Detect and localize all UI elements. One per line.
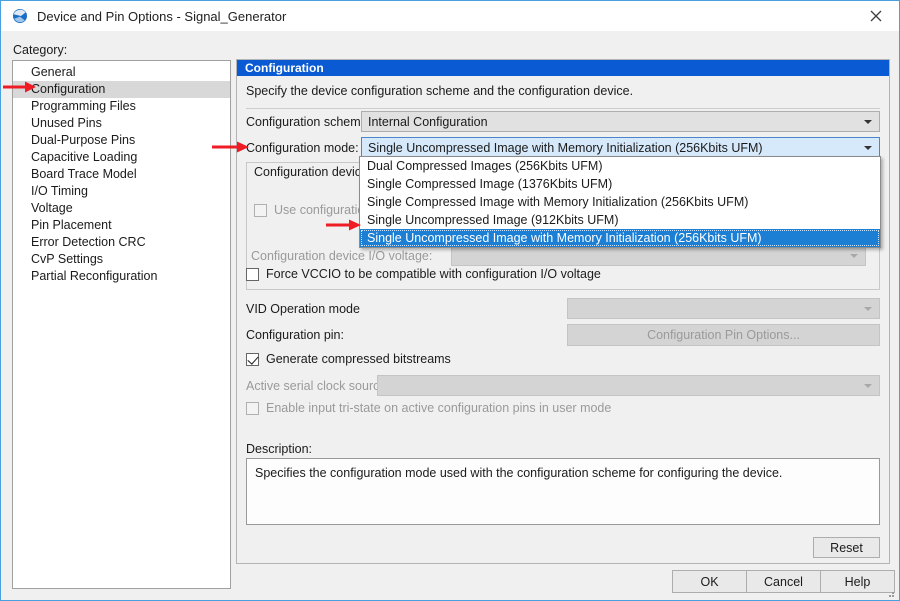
sidebar-item-general[interactable]: General	[13, 64, 230, 81]
chevron-down-icon	[864, 384, 872, 388]
close-icon[interactable]	[853, 1, 899, 31]
ok-button[interactable]: OK	[672, 570, 747, 593]
chevron-down-icon	[864, 120, 872, 124]
sidebar-item-programming-files[interactable]: Programming Files	[13, 98, 230, 115]
configuration-mode-dropdown[interactable]: Dual Compressed Images (256Kbits UFM) Si…	[359, 156, 881, 248]
dialog-footer: OK Cancel Help	[1, 564, 899, 601]
dialog-window: Device and Pin Options - Signal_Generato…	[0, 0, 900, 601]
sidebar-item-cvp-settings[interactable]: CvP Settings	[13, 251, 230, 268]
configuration-device-io-voltage-combo[interactable]	[451, 245, 866, 266]
annotation-arrow-configuration-mode	[212, 140, 252, 157]
checkbox-box	[246, 402, 259, 415]
generate-compressed-bitstreams-label: Generate compressed bitstreams	[266, 352, 451, 366]
configuration-mode-combo[interactable]: Single Uncompressed Image with Memory In…	[361, 137, 880, 158]
chevron-down-icon	[864, 146, 872, 150]
active-serial-clock-source-combo[interactable]	[377, 375, 880, 396]
checkbox-box	[246, 353, 259, 366]
panel-header: Configuration	[237, 60, 889, 76]
force-vccio-checkbox[interactable]: Force VCCIO to be compatible with config…	[246, 267, 601, 281]
configuration-mode-label: Configuration mode:	[246, 141, 359, 155]
vid-operation-mode-label: VID Operation mode	[246, 302, 360, 316]
configuration-panel: Configuration Specify the device configu…	[236, 59, 890, 564]
vid-operation-mode-combo[interactable]	[567, 298, 880, 319]
sidebar-item-voltage[interactable]: Voltage	[13, 200, 230, 217]
cancel-button[interactable]: Cancel	[746, 570, 821, 593]
checkbox-box	[254, 204, 267, 217]
sidebar-item-partial-reconfiguration[interactable]: Partial Reconfiguration	[13, 268, 230, 285]
configuration-scheme-label: Configuration scheme:	[246, 115, 371, 129]
configuration-scheme-value: Internal Configuration	[368, 115, 488, 129]
description-box: Specifies the configuration mode used wi…	[246, 458, 880, 525]
chevron-down-icon	[864, 307, 872, 311]
sidebar-item-dual-purpose-pins[interactable]: Dual-Purpose Pins	[13, 132, 230, 149]
configuration-mode-value: Single Uncompressed Image with Memory In…	[368, 141, 763, 155]
dropdown-option-0[interactable]: Dual Compressed Images (256Kbits UFM)	[360, 157, 880, 175]
globe-icon	[12, 8, 28, 24]
dropdown-option-4[interactable]: Single Uncompressed Image with Memory In…	[360, 229, 880, 247]
panel-description: Specify the device configuration scheme …	[246, 84, 633, 98]
title-bar: Device and Pin Options - Signal_Generato…	[1, 1, 899, 31]
configuration-pin-options-button[interactable]: Configuration Pin Options...	[567, 324, 880, 346]
description-text: Specifies the configuration mode used wi…	[247, 459, 879, 488]
sidebar-item-pin-placement[interactable]: Pin Placement	[13, 217, 230, 234]
configuration-pin-label: Configuration pin:	[246, 328, 344, 342]
reset-button[interactable]: Reset	[813, 537, 880, 558]
enable-input-tristate-checkbox[interactable]: Enable input tri-state on active configu…	[246, 401, 611, 415]
force-vccio-label: Force VCCIO to be compatible with config…	[266, 267, 601, 281]
sidebar-item-configuration[interactable]: Configuration	[13, 81, 230, 98]
sidebar-item-error-detection-crc[interactable]: Error Detection CRC	[13, 234, 230, 251]
panel-divider	[246, 108, 880, 109]
category-list[interactable]: General Configuration Programming Files …	[12, 60, 231, 589]
dropdown-option-1[interactable]: Single Compressed Image (1376Kbits UFM)	[360, 175, 880, 193]
configuration-scheme-combo[interactable]: Internal Configuration	[361, 111, 880, 132]
checkbox-box	[246, 268, 259, 281]
category-label: Category:	[13, 43, 67, 57]
generate-compressed-bitstreams-checkbox[interactable]: Generate compressed bitstreams	[246, 352, 451, 366]
sidebar-item-board-trace-model[interactable]: Board Trace Model	[13, 166, 230, 183]
annotation-arrow-selected-option	[326, 218, 364, 235]
active-serial-clock-source-label: Active serial clock source:	[246, 379, 390, 393]
dropdown-option-3[interactable]: Single Uncompressed Image (912Kbits UFM)	[360, 211, 880, 229]
resize-grip[interactable]	[884, 587, 896, 599]
configuration-device-io-voltage-label: Configuration device I/O voltage:	[251, 249, 432, 263]
annotation-arrow-configuration-category	[3, 80, 39, 97]
window-title: Device and Pin Options - Signal_Generato…	[37, 9, 286, 24]
chevron-down-icon	[850, 254, 858, 258]
description-label: Description:	[246, 442, 312, 456]
sidebar-item-capacitive-loading[interactable]: Capacitive Loading	[13, 149, 230, 166]
dropdown-option-2[interactable]: Single Compressed Image with Memory Init…	[360, 193, 880, 211]
configuration-device-group-label: Configuration device	[251, 165, 371, 179]
sidebar-item-io-timing[interactable]: I/O Timing	[13, 183, 230, 200]
sidebar-item-unused-pins[interactable]: Unused Pins	[13, 115, 230, 132]
enable-input-tristate-label: Enable input tri-state on active configu…	[266, 401, 611, 415]
